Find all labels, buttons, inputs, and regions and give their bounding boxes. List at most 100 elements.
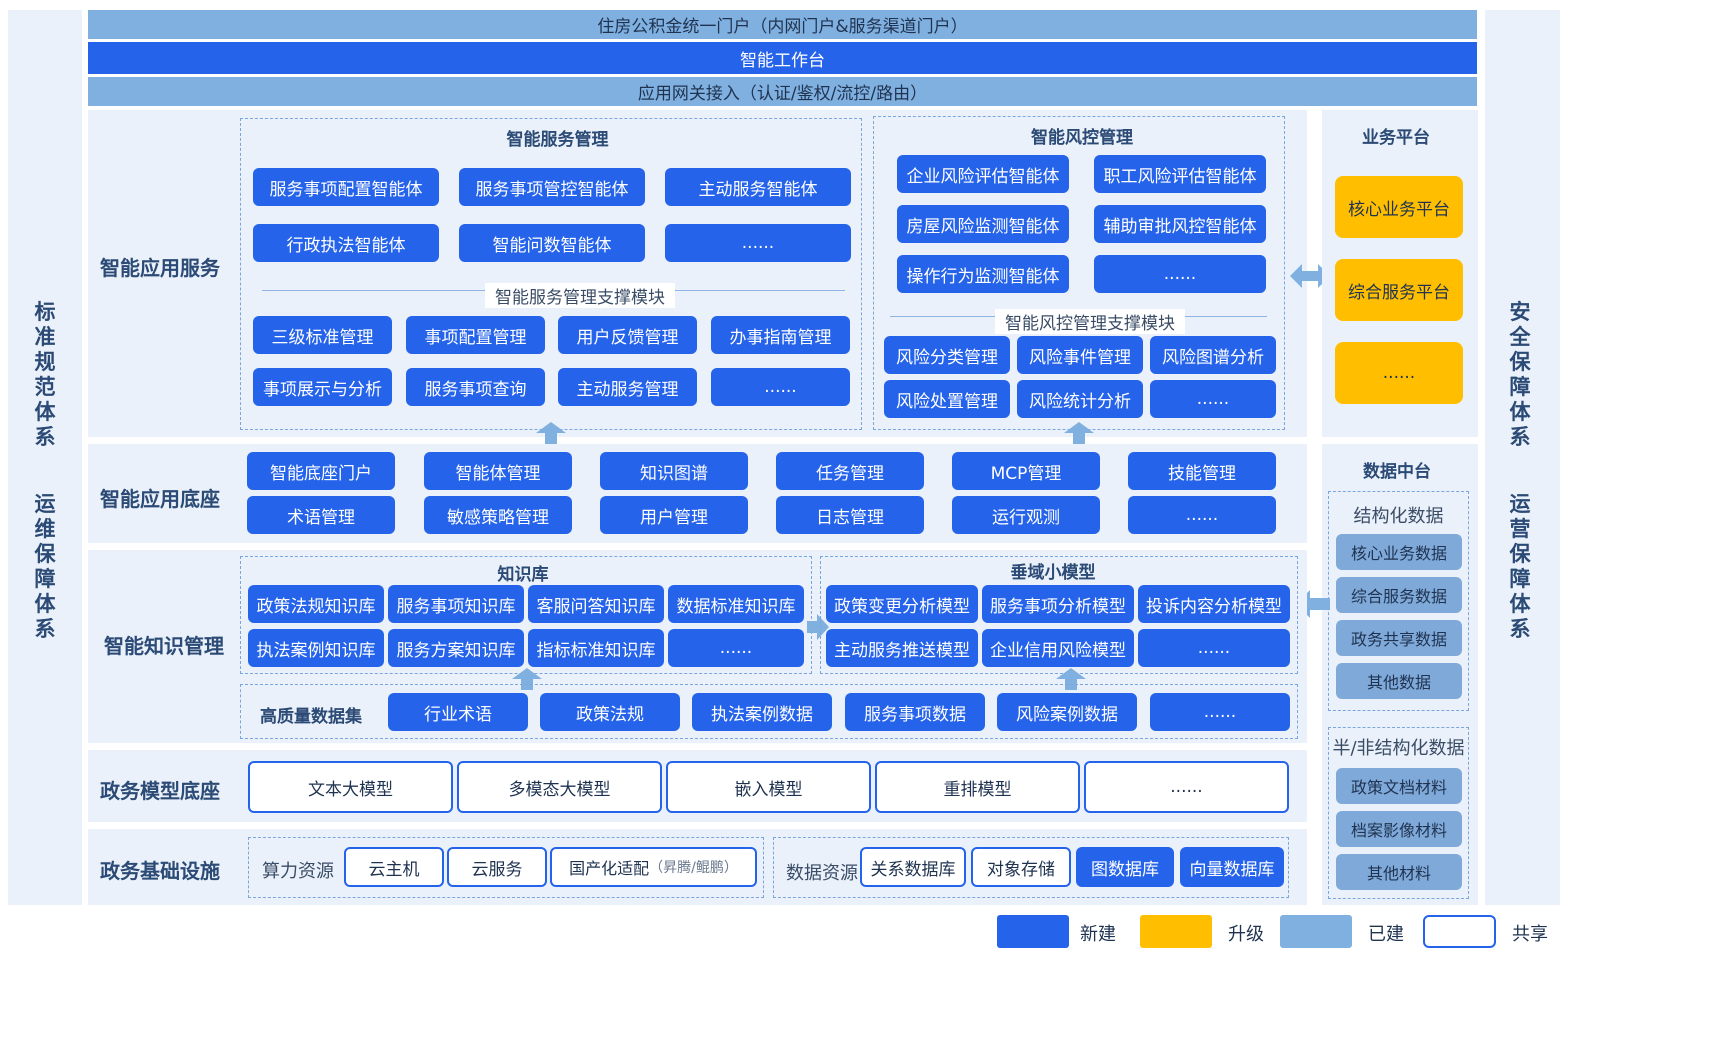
dataset-item[interactable]: 风险案例数据 <box>997 693 1137 731</box>
app-base-label: 智能应用底座 <box>100 487 220 511</box>
dataset-label: 高质量数据集 <box>260 707 362 727</box>
risk-agent-button[interactable]: 房屋风险监测智能体 <box>897 205 1069 243</box>
model-item-more[interactable]: ...... <box>1084 761 1289 813</box>
unstructured-data-item[interactable]: 档案影像材料 <box>1336 811 1462 847</box>
knowledge-base-item[interactable]: 指标标准知识库 <box>528 629 664 667</box>
business-platform-title: 业务平台 <box>1362 127 1430 148</box>
risk-module-button[interactable]: 风险处置管理 <box>884 380 1010 418</box>
risk-agent-button-more[interactable]: ...... <box>1094 255 1266 293</box>
vertical-model-item[interactable]: 服务事项分析模型 <box>982 585 1134 623</box>
data-resource-item[interactable]: 对象存储 <box>971 847 1071 887</box>
workbench-bar: 智能工作台 <box>88 42 1477 74</box>
app-base-button[interactable]: 运行观测 <box>952 496 1100 534</box>
risk-support-title: 智能风控管理支撑模块 <box>995 309 1185 334</box>
data-resource-item[interactable]: 图数据库 <box>1076 847 1174 887</box>
compute-item[interactable]: 云主机 <box>344 847 444 887</box>
knowledge-base-item[interactable]: 数据标准知识库 <box>668 585 804 623</box>
risk-module-button[interactable]: 风险事件管理 <box>1017 336 1143 374</box>
vertical-model-item[interactable]: 企业信用风险模型 <box>982 629 1134 667</box>
module-button[interactable]: 三级标准管理 <box>253 316 392 354</box>
model-item[interactable]: 嵌入模型 <box>666 761 871 813</box>
business-platform-more[interactable]: ...... <box>1335 342 1463 404</box>
risk-module-button[interactable]: 风险图谱分析 <box>1150 336 1276 374</box>
knowledge-base-item-more[interactable]: ...... <box>668 629 804 667</box>
gateway-bar: 应用网关接入（认证/鉴权/流控/路由） <box>88 77 1477 106</box>
data-resource-item[interactable]: 向量数据库 <box>1180 847 1284 887</box>
risk-agent-button[interactable]: 操作行为监测智能体 <box>897 255 1069 293</box>
model-item[interactable]: 重排模型 <box>875 761 1080 813</box>
app-base-button[interactable]: 知识图谱 <box>600 452 748 490</box>
up-arrow-icon <box>536 422 566 444</box>
legend-swatch-new <box>997 915 1069 948</box>
agent-button[interactable]: 智能问数智能体 <box>459 224 645 262</box>
risk-agent-button[interactable]: 辅助审批风控智能体 <box>1094 205 1266 243</box>
compute-item[interactable]: 云服务 <box>447 847 547 887</box>
unstructured-data-title: 半/非结构化数据 <box>1332 738 1465 759</box>
structured-data-item[interactable]: 政务共享数据 <box>1336 620 1462 656</box>
unstructured-data-item[interactable]: 其他材料 <box>1336 854 1462 890</box>
left-side-top-label: 标准规范体系 <box>34 300 56 449</box>
app-base-button-more[interactable]: ...... <box>1128 496 1276 534</box>
agent-button-more[interactable]: ...... <box>665 224 851 262</box>
app-base-button[interactable]: 用户管理 <box>600 496 748 534</box>
module-button-more[interactable]: ...... <box>711 368 850 406</box>
portal-bar: 住房公积金统一门户（内网门户&服务渠道门户） <box>88 10 1477 39</box>
app-base-button[interactable]: 敏感策略管理 <box>424 496 572 534</box>
model-item[interactable]: 文本大模型 <box>248 761 453 813</box>
dataset-item[interactable]: 执法案例数据 <box>692 693 832 731</box>
risk-module-button-more[interactable]: ...... <box>1150 380 1276 418</box>
compute-domestic-note: （昇腾/鲲鹏） <box>649 860 738 876</box>
module-button[interactable]: 办事指南管理 <box>711 316 850 354</box>
app-base-button[interactable]: 任务管理 <box>776 452 924 490</box>
vertical-model-item[interactable]: 主动服务推送模型 <box>826 629 978 667</box>
agent-button[interactable]: 主动服务智能体 <box>665 168 851 206</box>
model-item[interactable]: 多模态大模型 <box>457 761 662 813</box>
knowledge-base-item[interactable]: 政策法规知识库 <box>248 585 384 623</box>
vertical-model-item[interactable]: 投诉内容分析模型 <box>1138 585 1290 623</box>
knowledge-base-title: 知识库 <box>497 564 549 585</box>
module-button[interactable]: 事项配置管理 <box>406 316 545 354</box>
structured-data-item[interactable]: 其他数据 <box>1336 663 1462 699</box>
compute-domestic[interactable]: 国产化适配 （昇腾/鲲鹏） <box>550 847 757 887</box>
knowledge-base-item[interactable]: 客服问答知识库 <box>528 585 664 623</box>
module-button[interactable]: 事项展示与分析 <box>253 368 392 406</box>
vertical-model-item[interactable]: 政策变更分析模型 <box>826 585 978 623</box>
risk-module-button[interactable]: 风险统计分析 <box>1017 380 1143 418</box>
module-button[interactable]: 用户反馈管理 <box>558 316 697 354</box>
risk-agent-button[interactable]: 企业风险评估智能体 <box>897 155 1069 193</box>
structured-data-item[interactable]: 核心业务数据 <box>1336 534 1462 570</box>
app-base-button[interactable]: 智能底座门户 <box>247 452 395 490</box>
app-base-button[interactable]: 智能体管理 <box>424 452 572 490</box>
risk-module-button[interactable]: 风险分类管理 <box>884 336 1010 374</box>
dataset-item-more[interactable]: ...... <box>1150 693 1290 731</box>
app-base-button[interactable]: 技能管理 <box>1128 452 1276 490</box>
knowledge-base-item[interactable]: 服务方案知识库 <box>388 629 524 667</box>
vertical-models-title: 垂域小模型 <box>1010 562 1096 583</box>
app-base-button[interactable]: 日志管理 <box>776 496 924 534</box>
right-side-bottom-label: 运营保障体系 <box>1509 492 1531 641</box>
integrated-service-platform[interactable]: 综合服务平台 <box>1335 259 1463 321</box>
unstructured-data-item[interactable]: 政策文档材料 <box>1336 768 1462 804</box>
app-base-button[interactable]: MCP管理 <box>952 452 1100 490</box>
dataset-item[interactable]: 政策法规 <box>540 693 680 731</box>
agent-button[interactable]: 行政执法智能体 <box>253 224 439 262</box>
knowledge-base-item[interactable]: 执法案例知识库 <box>248 629 384 667</box>
risk-agent-button[interactable]: 职工风险评估智能体 <box>1094 155 1266 193</box>
module-button[interactable]: 主动服务管理 <box>558 368 697 406</box>
dataset-item[interactable]: 行业术语 <box>388 693 528 731</box>
structured-data-item[interactable]: 综合服务数据 <box>1336 577 1462 613</box>
up-arrow-icon <box>1064 422 1094 444</box>
right-side-column <box>1485 10 1560 905</box>
risk-control-title: 智能风控管理 <box>1031 127 1133 148</box>
vertical-model-item-more[interactable]: ...... <box>1138 629 1290 667</box>
module-button[interactable]: 服务事项查询 <box>406 368 545 406</box>
legend-label-new: 新建 <box>1080 924 1116 945</box>
data-resource-item[interactable]: 关系数据库 <box>860 847 966 887</box>
core-business-platform[interactable]: 核心业务平台 <box>1335 176 1463 238</box>
agent-button[interactable]: 服务事项管控智能体 <box>459 168 645 206</box>
dataset-item[interactable]: 服务事项数据 <box>845 693 985 731</box>
knowledge-base-item[interactable]: 服务事项知识库 <box>388 585 524 623</box>
app-base-button[interactable]: 术语管理 <box>247 496 395 534</box>
agent-button[interactable]: 服务事项配置智能体 <box>253 168 439 206</box>
data-resource-label: 数据资源 <box>786 863 858 884</box>
